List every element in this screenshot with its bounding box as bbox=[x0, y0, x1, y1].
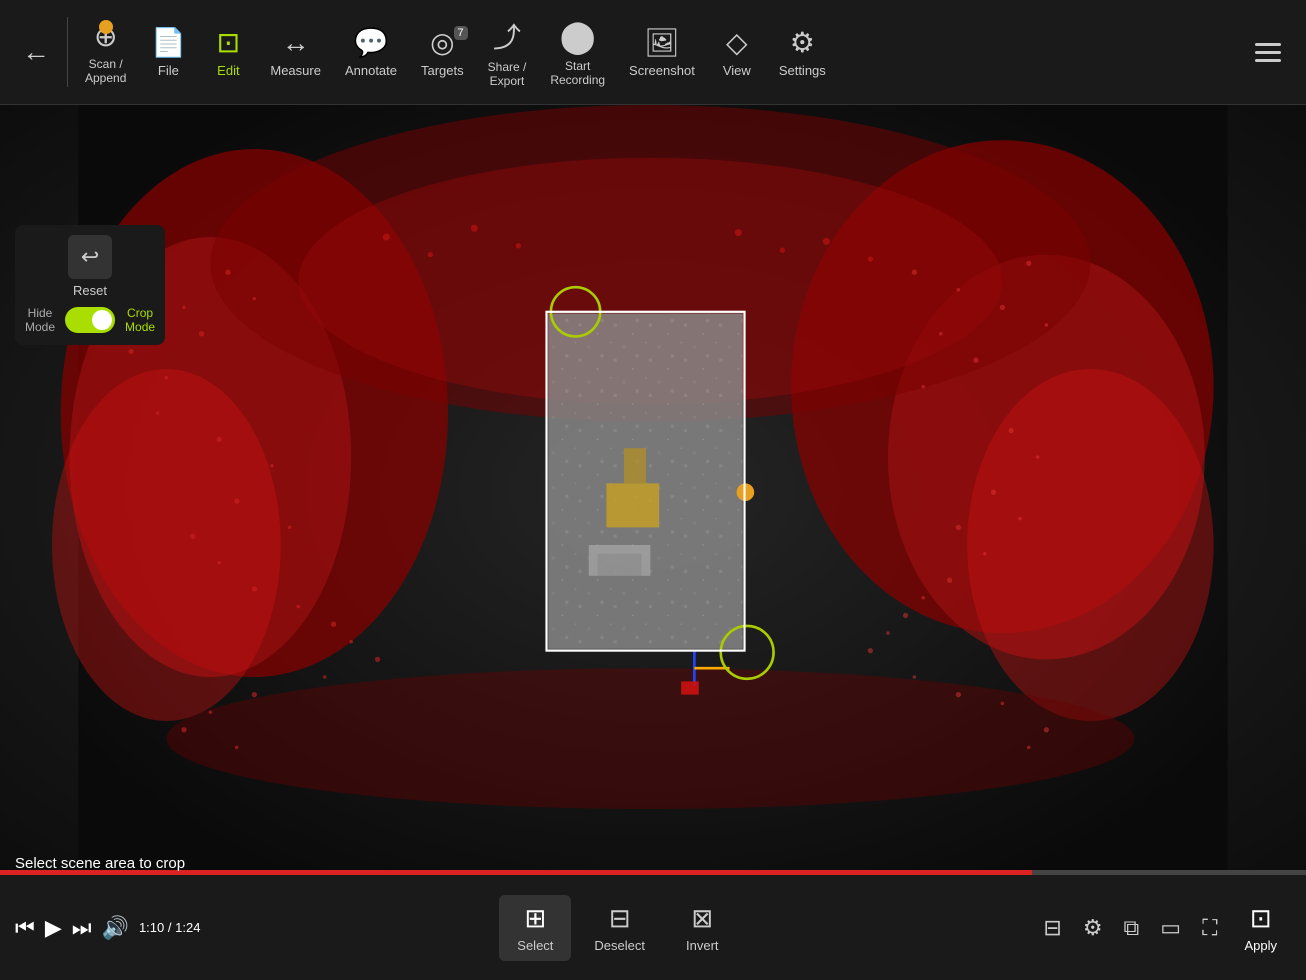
toolbar-annotate[interactable]: 💬 Annotate bbox=[333, 18, 409, 86]
share-export-label: Share / Export bbox=[488, 60, 527, 88]
bottom-right-tools: ⊟ ⚙ ⧉ ▭ ⛶ ⊡ Apply bbox=[1020, 895, 1306, 961]
bottom-toolbar: ⏮ ▶ ⏭ 🔊 1:10 / 1:24 ⊞ Select ⊟ Deselect … bbox=[0, 875, 1306, 980]
select-tool-label: Select bbox=[517, 938, 553, 953]
start-recording-label: Start Recording bbox=[550, 59, 605, 87]
settings-label: Settings bbox=[779, 63, 826, 78]
scan-append-label: Scan / Append bbox=[85, 57, 126, 85]
annotate-icon: 💬 bbox=[354, 26, 389, 59]
apply-label: Apply bbox=[1244, 938, 1277, 953]
annotate-label: Annotate bbox=[345, 63, 397, 78]
targets-icon: ◎ bbox=[430, 26, 454, 59]
point-cloud-canvas bbox=[0, 105, 1306, 875]
select-tool-icon: ⊞ bbox=[524, 903, 546, 934]
select-tool-button[interactable]: ⊞ Select bbox=[499, 895, 571, 961]
edit-icon: ⊡ bbox=[217, 26, 240, 59]
skip-back-button[interactable]: ⏮ bbox=[15, 915, 35, 941]
toolbar-start-recording[interactable]: ⬤ Start Recording bbox=[538, 9, 617, 95]
time-total: 1:24 bbox=[175, 920, 200, 935]
pip-button[interactable]: ⧉ bbox=[1116, 907, 1148, 949]
subtitles-button[interactable]: ⊟ bbox=[1035, 907, 1069, 949]
invert-tool-button[interactable]: ⊠ Invert bbox=[668, 895, 737, 961]
targets-label: Targets bbox=[421, 63, 464, 78]
play-button[interactable]: ▶ bbox=[45, 915, 62, 941]
scan-status-dot bbox=[99, 20, 113, 34]
toolbar-file[interactable]: 📄 File bbox=[138, 18, 198, 86]
share-icon: ⤴ bbox=[493, 16, 521, 56]
toolbar-share-export[interactable]: ⤴ Share / Export bbox=[476, 8, 539, 96]
apply-icon: ⊡ bbox=[1250, 903, 1272, 934]
theater-button[interactable]: ▭ bbox=[1152, 907, 1189, 949]
toolbar-screenshot[interactable]: 🖼 Screenshot bbox=[617, 18, 707, 86]
quality-button[interactable]: ⚙ bbox=[1075, 907, 1111, 949]
toolbar-settings[interactable]: ⚙ Settings bbox=[767, 18, 838, 86]
file-label: File bbox=[158, 63, 179, 78]
hide-mode-label: HideMode bbox=[25, 306, 55, 335]
toolbar-divider-1 bbox=[67, 17, 68, 87]
crop-mode-label: CropMode bbox=[125, 306, 155, 335]
back-icon: ← bbox=[22, 36, 50, 68]
video-progress-bar[interactable] bbox=[0, 870, 1306, 875]
bottom-center-tools: ⊞ Select ⊟ Deselect ⊠ Invert bbox=[215, 895, 1020, 961]
apply-button[interactable]: ⊡ Apply bbox=[1230, 895, 1291, 961]
measure-label: Measure bbox=[270, 63, 321, 78]
deselect-tool-label: Deselect bbox=[594, 938, 645, 953]
menu-line-1 bbox=[1255, 43, 1281, 46]
reset-button[interactable]: ↩ Reset bbox=[68, 235, 112, 298]
toolbar-edit[interactable]: ⊡ Edit bbox=[198, 18, 258, 86]
time-current: 1:10 bbox=[139, 920, 164, 935]
toolbar-scan-append[interactable]: ⊕ Scan / Append bbox=[73, 12, 138, 93]
toolbar-view[interactable]: ◇ View bbox=[707, 18, 767, 86]
screenshot-icon: 🖼 bbox=[644, 26, 680, 59]
menu-line-2 bbox=[1255, 51, 1281, 54]
3d-viewport[interactable]: ↩ Reset HideMode CropMode bbox=[0, 105, 1306, 875]
measure-icon: ↔ bbox=[282, 27, 310, 59]
time-display: 1:10 / 1:24 bbox=[139, 920, 200, 935]
fullscreen-button[interactable]: ⛶ bbox=[1194, 907, 1225, 949]
reset-label: Reset bbox=[73, 283, 107, 298]
back-button[interactable]: ← bbox=[10, 28, 62, 76]
volume-button[interactable]: 🔊 bbox=[102, 915, 129, 941]
next-frame-button[interactable]: ⏭ bbox=[72, 915, 92, 941]
toolbar-targets[interactable]: 7 ◎ Targets bbox=[409, 18, 476, 86]
invert-tool-icon: ⊠ bbox=[691, 903, 713, 934]
hamburger-menu-button[interactable] bbox=[1240, 33, 1296, 72]
edit-label: Edit bbox=[217, 63, 239, 78]
settings-icon: ⚙ bbox=[790, 26, 815, 59]
file-icon: 📄 bbox=[151, 26, 186, 59]
deselect-tool-icon: ⊟ bbox=[609, 903, 631, 934]
hide-crop-toggle-row: HideMode CropMode bbox=[25, 306, 155, 335]
hide-crop-toggle[interactable] bbox=[65, 307, 115, 333]
status-text: Select scene area to crop bbox=[15, 855, 185, 872]
control-panel: ↩ Reset HideMode CropMode bbox=[15, 225, 165, 345]
deselect-tool-button[interactable]: ⊟ Deselect bbox=[576, 895, 663, 961]
menu-line-3 bbox=[1255, 59, 1281, 62]
top-toolbar: ← ⊕ Scan / Append 📄 File ⊡ Edit ↔ Measur… bbox=[0, 0, 1306, 105]
view-label: View bbox=[723, 63, 751, 78]
targets-badge: 7 bbox=[454, 26, 468, 40]
toolbar-measure[interactable]: ↔ Measure bbox=[258, 19, 333, 86]
playback-controls: ⏮ ▶ ⏭ 🔊 1:10 / 1:24 bbox=[0, 915, 215, 941]
reset-icon: ↩ bbox=[68, 235, 112, 279]
screenshot-label: Screenshot bbox=[629, 63, 695, 78]
view-icon: ◇ bbox=[726, 26, 748, 59]
recording-icon: ⬤ bbox=[560, 17, 596, 55]
toggle-knob bbox=[92, 310, 112, 330]
invert-tool-label: Invert bbox=[686, 938, 719, 953]
